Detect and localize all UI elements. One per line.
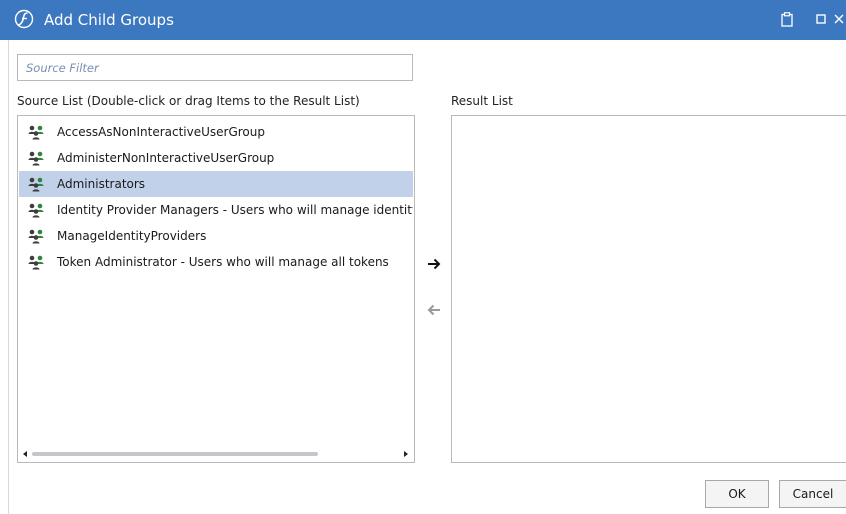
close-button[interactable] (834, 10, 846, 28)
group-icon (28, 203, 44, 218)
arrow-left-icon (427, 304, 440, 316)
app-logo-icon (14, 9, 34, 29)
group-icon (28, 255, 44, 270)
source-list-label: Source List (Double-click or drag Items … (17, 94, 360, 108)
title-bar: Add Child Groups (0, 0, 846, 40)
group-icon (28, 151, 44, 166)
result-list-label: Result List (451, 94, 513, 108)
list-item[interactable]: AdministerNonInteractiveUserGroup (19, 145, 413, 171)
close-icon (834, 14, 844, 24)
ok-button[interactable]: OK (705, 480, 769, 508)
scroll-left-icon[interactable] (23, 451, 27, 457)
list-item-label: Token Administrator - Users who will man… (57, 255, 389, 269)
source-filter-input[interactable] (17, 54, 413, 81)
list-item-label: AccessAsNonInteractiveUserGroup (57, 125, 265, 139)
list-item-label: AdministerNonInteractiveUserGroup (57, 151, 275, 165)
list-item[interactable]: ManageIdentityProviders (19, 223, 413, 249)
source-list[interactable]: AccessAsNonInteractiveUserGroup Administ… (17, 115, 415, 463)
group-icon (28, 125, 44, 140)
list-item[interactable]: Token Administrator - Users who will man… (19, 249, 413, 275)
scrollbar-thumb[interactable] (32, 452, 318, 456)
group-icon (28, 177, 44, 192)
dialog-border (8, 40, 9, 514)
clipboard-icon (781, 11, 793, 27)
scroll-right-icon[interactable] (404, 451, 408, 457)
group-icon (28, 229, 44, 244)
maximize-icon (816, 14, 826, 24)
list-item-selected[interactable]: Administrators (19, 171, 413, 197)
list-item-label: ManageIdentityProviders (57, 229, 207, 243)
move-to-result-button[interactable] (423, 254, 445, 274)
pin-button[interactable] (778, 10, 796, 28)
arrow-right-icon (428, 258, 441, 270)
cancel-button[interactable]: Cancel (779, 480, 846, 508)
list-item[interactable]: AccessAsNonInteractiveUserGroup (19, 119, 413, 145)
move-to-source-button[interactable] (423, 300, 445, 320)
list-item-label: Identity Provider Managers - Users who w… (57, 203, 413, 217)
result-list[interactable] (451, 115, 846, 463)
horizontal-scrollbar[interactable] (19, 447, 413, 461)
maximize-button[interactable] (812, 10, 830, 28)
window-title: Add Child Groups (44, 11, 174, 29)
list-item[interactable]: Identity Provider Managers - Users who w… (19, 197, 413, 223)
list-item-label: Administrators (57, 177, 146, 191)
